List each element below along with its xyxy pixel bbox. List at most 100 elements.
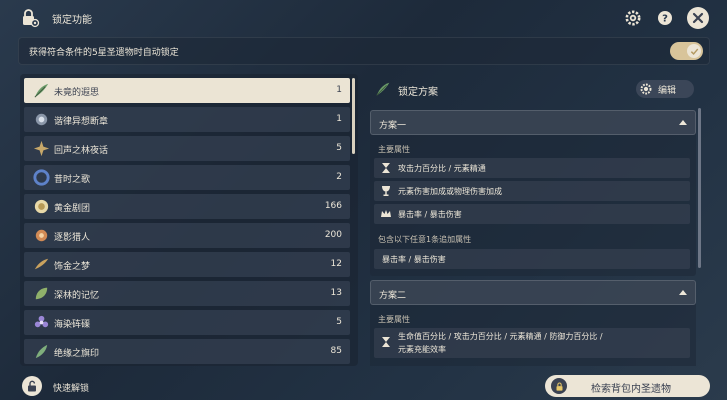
- hourglass-icon: [382, 337, 390, 347]
- set-count: 1: [336, 114, 342, 124]
- edit-button[interactable]: 编辑: [636, 80, 694, 98]
- edit-label: 编辑: [658, 85, 677, 96]
- set-name: 深林的记忆: [54, 291, 100, 301]
- scheme-1: 方案一 主要属性 攻击力百分比 / 元素精通 元素伤害加成或物理伤害加成 暴击率…: [370, 110, 696, 276]
- set-name: 未竟的遐思: [54, 88, 100, 98]
- quick-unlock-button[interactable]: [22, 376, 42, 396]
- stat-text: 暴击率 / 暴击伤害: [398, 210, 462, 219]
- set-name: 谐律异想断章: [54, 117, 109, 127]
- search-inventory-label: 检索背包内圣遗物: [591, 384, 671, 395]
- collapse-caret-icon: [679, 120, 687, 125]
- question-icon: ?: [658, 11, 672, 25]
- sub-stat-label: 包含以下任意1条追加属性: [378, 235, 472, 244]
- set-count: 5: [336, 317, 342, 327]
- set-row-2[interactable]: 谐律异想断章 1: [24, 107, 350, 132]
- green-plume-icon: [35, 344, 48, 359]
- scheme-2-header[interactable]: 方案二: [370, 280, 696, 305]
- top-bar: 锁定功能 ?: [0, 0, 727, 36]
- stat-text-line2: 元素充能效率: [398, 345, 446, 354]
- main-stat-row: 元素伤害加成或物理伤害加成: [374, 181, 690, 201]
- set-name: 黄金剧团: [54, 204, 91, 214]
- night-flower-icon: [33, 140, 50, 157]
- gear-icon: [640, 83, 652, 95]
- set-row-6[interactable]: 逐影猎人 200: [24, 223, 350, 248]
- auto-lock-row: 获得符合条件的5星圣遗物时自动锁定: [18, 37, 710, 65]
- crystal-mask-icon: [35, 113, 48, 126]
- help-button[interactable]: ?: [655, 8, 675, 28]
- set-row-10[interactable]: 绝缘之旗印 85: [24, 339, 350, 364]
- auto-lock-toggle[interactable]: [670, 42, 703, 60]
- toggle-knob: [687, 44, 701, 58]
- quick-unlock-label: 快速解锁: [53, 384, 90, 394]
- set-name: 回声之林夜话: [54, 146, 109, 156]
- stat-text: 生命值百分比 / 攻击力百分比 / 元素精通 / 防御力百分比 /: [398, 332, 603, 341]
- lock-scheme-header: 锁定方案 编辑: [370, 78, 698, 98]
- set-name: 饰金之梦: [54, 262, 91, 272]
- scheme-2: 方案二 主要属性 生命值百分比 / 攻击力百分比 / 元素精通 / 防御力百分比…: [370, 280, 696, 366]
- set-row-8[interactable]: 深林的记忆 13: [24, 281, 350, 306]
- set-name: 绝缘之旗印: [54, 349, 100, 359]
- set-count: 13: [330, 288, 342, 298]
- gold-feather-icon: [34, 258, 49, 270]
- set-row-7[interactable]: 饰金之梦 12: [24, 252, 350, 277]
- main-stat-row: 生命值百分比 / 攻击力百分比 / 元素精通 / 防御力百分比 / 元素充能效率: [374, 328, 690, 358]
- set-list-scrollbar[interactable]: [352, 78, 355, 154]
- set-count: 200: [324, 230, 342, 240]
- stat-text: 暴击率 / 暴击伤害: [382, 255, 446, 264]
- set-row-3[interactable]: 回声之林夜话 5: [24, 136, 350, 161]
- gold-medal-icon: [34, 199, 49, 214]
- set-row-4[interactable]: 昔时之歌 2: [24, 165, 350, 190]
- set-count: 5: [336, 143, 342, 153]
- lock-scheme-title: 锁定方案: [398, 87, 438, 98]
- set-count: 12: [330, 259, 342, 269]
- set-count: 2: [336, 172, 342, 182]
- set-row-9[interactable]: 海染砗磲 5: [24, 310, 350, 335]
- search-inventory-button[interactable]: 检索背包内圣遗物: [545, 375, 710, 397]
- sub-stat-row: 暴击率 / 暴击伤害: [374, 249, 690, 269]
- blue-wreath-icon: [33, 169, 50, 186]
- scheme-scrollbar[interactable]: [698, 108, 701, 268]
- main-stat-row: 攻击力百分比 / 元素精通: [374, 158, 690, 178]
- green-feather-icon: [376, 82, 390, 96]
- hourglass-icon: [382, 163, 390, 173]
- collapse-caret-icon: [679, 290, 687, 295]
- goblet-icon: [382, 186, 390, 196]
- set-count: 85: [330, 346, 342, 356]
- set-name: 逐影猎人: [54, 233, 91, 243]
- unlock-icon: [28, 380, 36, 392]
- close-button[interactable]: [687, 7, 709, 29]
- main-stat-row: 暴击率 / 暴击伤害: [374, 204, 690, 224]
- gear-icon: [625, 10, 641, 26]
- lock-scheme-panel: 锁定方案 编辑 方案一 主要属性 攻击力百分比 / 元素精通 元素伤害加成或物理…: [366, 74, 706, 366]
- scheme-label: 方案一: [379, 121, 407, 131]
- scheme-label: 方案二: [379, 291, 407, 301]
- lock-settings-icon: [23, 9, 40, 28]
- set-count: 1: [336, 85, 342, 95]
- artifact-set-list: 未竟的遐思 1 谐律异想断章 1 回声之林夜话 5 昔时之歌 2 黄金剧团 16…: [24, 78, 350, 366]
- window-title: 锁定功能: [52, 15, 92, 26]
- main-stat-label: 主要属性: [378, 145, 410, 154]
- auto-lock-label: 获得符合条件的5星圣遗物时自动锁定: [29, 48, 179, 58]
- lock-icon: [556, 382, 562, 391]
- set-name: 海染砗磲: [54, 320, 91, 330]
- set-name: 昔时之歌: [54, 175, 91, 185]
- set-row-1[interactable]: 未竟的遐思 1: [24, 78, 350, 103]
- purple-flower-icon: [34, 315, 49, 328]
- stat-text: 攻击力百分比 / 元素精通: [398, 164, 486, 173]
- stat-text: 元素伤害加成或物理伤害加成: [398, 187, 502, 196]
- close-icon: [692, 12, 704, 24]
- bottom-bar: 快速解锁 检索背包内圣遗物: [0, 372, 727, 400]
- artifact-set-list-panel: 未竟的遐思 1 谐律异想断章 1 回声之林夜话 5 昔时之歌 2 黄金剧团 16…: [20, 74, 358, 366]
- set-count: 166: [324, 201, 342, 211]
- set-row-5[interactable]: 黄金剧团 166: [24, 194, 350, 219]
- orange-flower-icon: [35, 229, 48, 242]
- svg-text:?: ?: [662, 14, 668, 25]
- green-leaf-icon: [35, 287, 48, 300]
- check-icon: [690, 48, 698, 55]
- green-feather-icon: [34, 83, 49, 98]
- main-stat-label: 主要属性: [378, 315, 410, 324]
- crown-icon: [381, 210, 391, 217]
- lock-badge: [551, 378, 567, 394]
- scheme-1-header[interactable]: 方案一: [370, 110, 696, 135]
- settings-button[interactable]: [623, 8, 643, 28]
